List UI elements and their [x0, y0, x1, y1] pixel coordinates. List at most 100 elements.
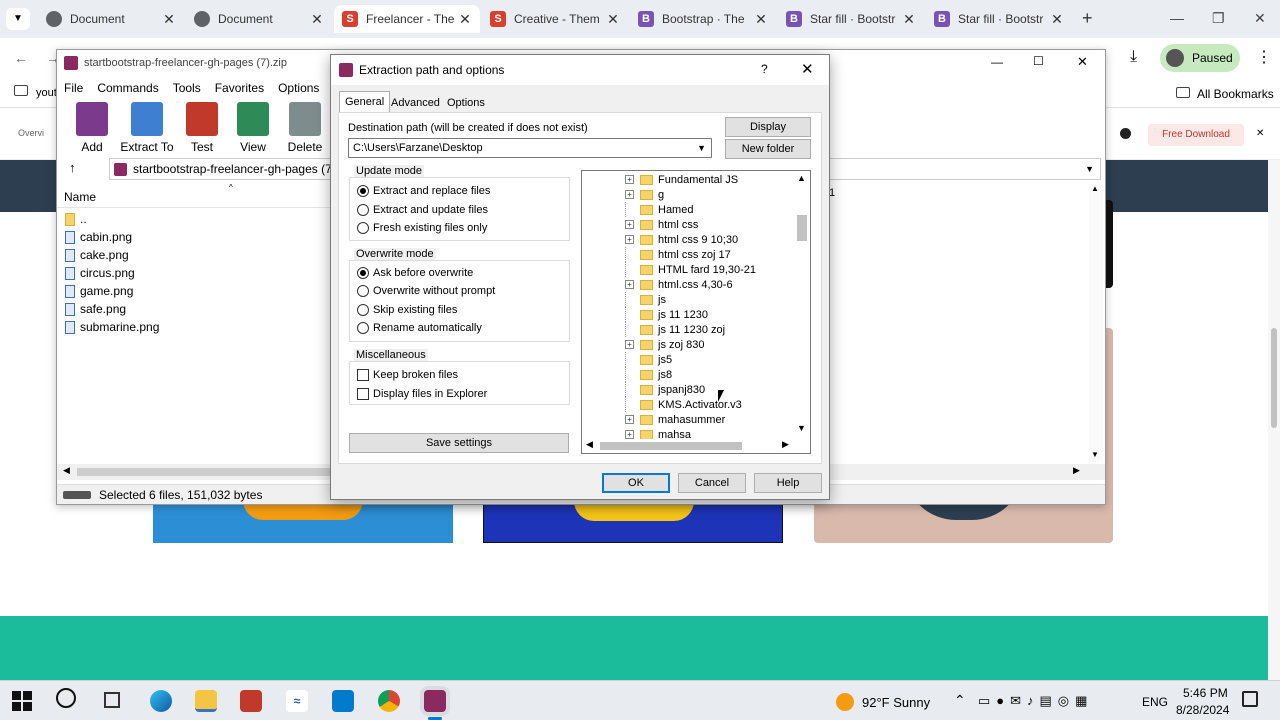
menu-dots-icon[interactable]: ⋮ [1256, 47, 1272, 67]
search-icon[interactable] [56, 688, 76, 708]
chevron-down-icon[interactable]: ▼ [1085, 164, 1094, 174]
file-row[interactable]: submarine.png [65, 318, 159, 336]
close-icon[interactable]: ✕ [1254, 10, 1266, 27]
radio-overwrite-mode-3[interactable]: Rename automatically [357, 320, 482, 336]
tree-folder-item[interactable]: + g [582, 187, 664, 202]
page-overview-link[interactable]: Overvi [18, 128, 44, 138]
toolbar-button-delete[interactable]: Delete [275, 102, 335, 154]
help-button[interactable]: Help [754, 473, 822, 493]
file-row[interactable]: safe.png [65, 300, 126, 318]
tab-general[interactable]: General [339, 91, 391, 113]
cancel-button[interactable]: Cancel [678, 473, 746, 493]
close-tab-icon[interactable]: ✕ [902, 11, 916, 28]
file-row[interactable]: game.png [65, 282, 133, 300]
task-view-icon[interactable] [104, 692, 120, 708]
expand-icon[interactable]: + [625, 415, 634, 424]
tree-folder-item[interactable]: js [582, 292, 666, 307]
expand-icon[interactable]: + [625, 175, 634, 184]
expand-icon[interactable]: + [625, 235, 634, 244]
display-button[interactable]: Display [725, 117, 811, 137]
radio-overwrite-mode-2[interactable]: Skip existing files [357, 302, 457, 318]
profile-paused-button[interactable]: Paused [1160, 44, 1240, 72]
new-tab-button[interactable]: + [1082, 8, 1093, 29]
ok-button[interactable]: OK [602, 473, 670, 493]
tab-options[interactable]: Options [442, 93, 490, 113]
bookmark-item[interactable]: yout [36, 87, 57, 99]
language-indicator[interactable]: ENG [1142, 695, 1168, 709]
file-row[interactable]: cabin.png [65, 228, 132, 246]
radio-update-mode-2[interactable]: Fresh existing files only [357, 220, 487, 236]
github-icon[interactable] [1120, 128, 1131, 139]
menu-item[interactable]: Favorites [215, 81, 264, 95]
menu-item[interactable]: Commands [97, 81, 158, 95]
tree-horizontal-scrollbar[interactable]: ◀ ▶ [582, 439, 810, 453]
maximize-icon[interactable]: ☐ [1033, 54, 1044, 68]
up-folder-icon[interactable]: ↑ [69, 160, 76, 175]
radio-update-mode-0[interactable]: Extract and replace files [357, 183, 490, 199]
tree-folder-item[interactable]: Hamed [582, 202, 693, 217]
toolbar-button-extract-to[interactable]: Extract To [117, 102, 177, 154]
chrome-icon[interactable] [378, 690, 400, 712]
tree-folder-item[interactable]: + Fundamental JS [582, 172, 738, 187]
help-icon[interactable]: ? [761, 62, 768, 76]
file-explorer-icon[interactable] [195, 690, 217, 712]
tree-folder-item[interactable]: js8 [582, 367, 672, 382]
download-icon[interactable]: ⤓ [1130, 48, 1137, 66]
close-icon[interactable]: ✕ [1077, 54, 1088, 70]
menu-item[interactable]: File [64, 81, 83, 95]
tree-folder-item[interactable]: + mahasummer [582, 412, 725, 427]
all-bookmarks[interactable]: All Bookmarks [1197, 87, 1274, 101]
file-row[interactable]: circus.png [65, 264, 135, 282]
checkbox-misc-1[interactable]: Display files in Explorer [357, 386, 487, 402]
filezilla-icon[interactable]: ≈ [286, 690, 308, 712]
minimize-icon[interactable]: — [1170, 10, 1184, 26]
tree-folder-item[interactable]: js5 [582, 352, 672, 367]
close-icon[interactable]: ✕ [801, 60, 814, 78]
radio-overwrite-mode-0[interactable]: Ask before overwrite [357, 265, 473, 281]
toolbar-button-view[interactable]: View [223, 102, 283, 154]
close-tab-icon[interactable]: ✕ [606, 11, 620, 28]
tree-folder-item[interactable]: + html css [582, 217, 698, 232]
expand-icon[interactable]: + [625, 340, 634, 349]
tree-folder-item[interactable]: + js zoj 830 [582, 337, 704, 352]
chevron-up-icon[interactable]: ⌃ [954, 692, 966, 709]
browser-tab[interactable]: B Star fill · Bootstr ✕ [926, 5, 1072, 33]
toolbar-button-add[interactable]: Add [62, 102, 122, 154]
tab-list-dropdown[interactable]: ▼ [6, 8, 30, 30]
browser-tab[interactable]: Document ✕ [38, 5, 184, 33]
free-download-button[interactable]: Free Download [1148, 124, 1244, 146]
app-icon[interactable] [240, 690, 262, 712]
vertical-scrollbar[interactable]: ▲ ▼ [1089, 184, 1103, 462]
close-tab-icon[interactable]: ✕ [458, 11, 472, 28]
winrar-taskbar-icon[interactable] [424, 690, 446, 712]
weather-text[interactable]: 92°F Sunny [862, 695, 930, 710]
close-tab-icon[interactable]: ✕ [1050, 11, 1064, 28]
browser-tab[interactable]: B Star fill · Bootstr ✕ [778, 5, 924, 33]
tree-folder-item[interactable]: HTML fard 19,30-21 [582, 262, 756, 277]
menu-item[interactable]: Tools [173, 81, 201, 95]
tree-vertical-scrollbar[interactable]: ▲ ▼ [794, 171, 810, 439]
tree-folder-item[interactable]: + html css 9 10;30 [582, 232, 738, 247]
radio-overwrite-mode-1[interactable]: Overwrite without prompt [357, 283, 495, 299]
tree-folder-item[interactable]: js 11 1230 zoj [582, 322, 725, 337]
windows-start-icon[interactable] [12, 691, 32, 711]
browser-tab[interactable]: S Creative - Them ✕ [482, 5, 628, 33]
tree-folder-item[interactable]: html css zoj 17 [582, 247, 731, 262]
browser-tab[interactable]: S Freelancer - The ✕ [334, 5, 480, 33]
browser-tab[interactable]: B Bootstrap · The ✕ [630, 5, 776, 33]
notification-icon[interactable] [1242, 691, 1258, 707]
checkbox-misc-0[interactable]: Keep broken files [357, 367, 458, 383]
menu-item[interactable]: Options [278, 81, 319, 95]
tree-folder-item[interactable]: jspanj830 [582, 382, 705, 397]
page-scrollbar[interactable] [1268, 160, 1280, 680]
close-tab-icon[interactable]: ✕ [310, 11, 324, 28]
close-tab-icon[interactable]: ✕ [162, 11, 176, 28]
tree-folder-item[interactable]: + html.css 4,30-6 [582, 277, 733, 292]
folder-tree[interactable]: + Fundamental JS + g Hamed + html css + html css… [581, 170, 811, 454]
destination-combobox[interactable]: C:\Users\Farzane\Desktop ▼ [348, 138, 712, 158]
save-settings-button[interactable]: Save settings [349, 433, 569, 453]
chevron-down-icon[interactable]: ▼ [697, 143, 706, 153]
back-icon[interactable]: ← [14, 50, 28, 66]
close-tab-icon[interactable]: ✕ [754, 11, 768, 28]
minimize-icon[interactable]: — [991, 55, 1003, 69]
